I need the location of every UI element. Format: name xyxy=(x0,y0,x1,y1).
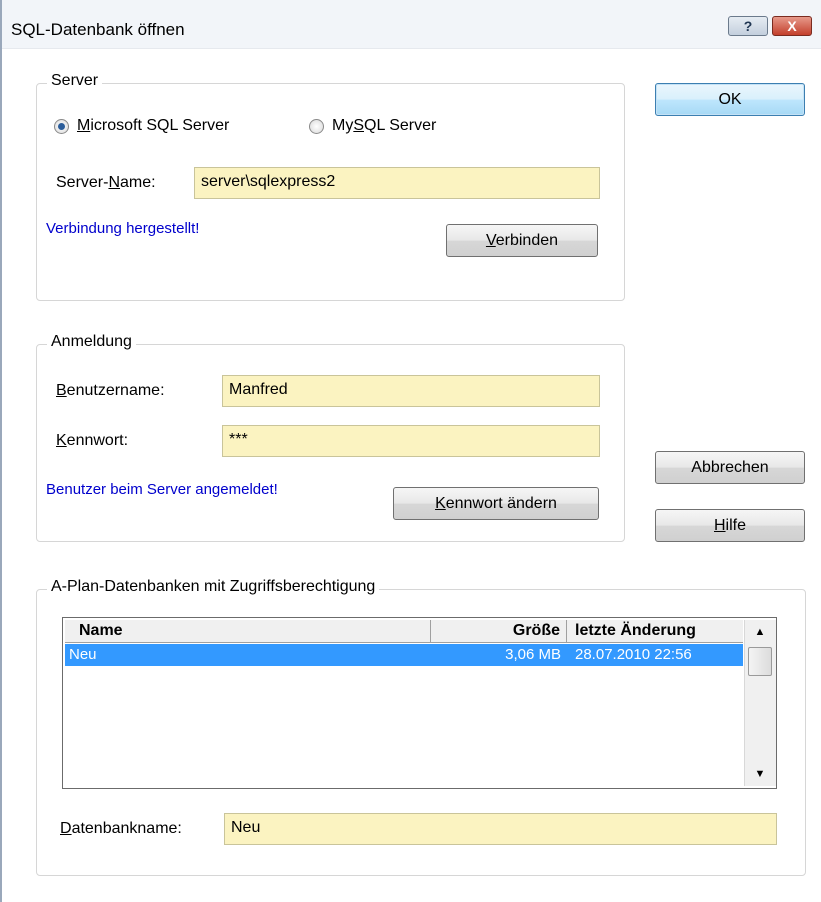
scroll-up-icon[interactable]: ▲ xyxy=(749,621,771,643)
database-name-label: Datenbankname: xyxy=(60,820,182,837)
login-status: Benutzer beim Server angemeldet! xyxy=(46,481,278,498)
password-input[interactable]: *** xyxy=(222,425,600,457)
radio-mssql-label[interactable]: Microsoft SQL Server xyxy=(77,117,229,135)
list-item-modified: 28.07.2010 22:56 xyxy=(575,646,692,663)
radio-mssql[interactable] xyxy=(54,119,69,134)
username-input[interactable]: Manfred xyxy=(222,375,600,407)
window-border xyxy=(0,0,2,902)
radio-mysql-label[interactable]: MySQL Server xyxy=(332,117,436,135)
database-list[interactable]: Name Größe letzte Änderung Neu 3,06 MB 2… xyxy=(62,617,777,789)
title-bar[interactable]: SQL-Datenbank öffnen ? X xyxy=(0,0,821,49)
column-header-size[interactable]: Größe xyxy=(431,620,567,642)
list-scrollbar[interactable]: ▲ ▼ xyxy=(744,620,776,786)
dialog-window: SQL-Datenbank öffnen ? X Server Microsof… xyxy=(0,0,821,902)
ok-button[interactable]: OK xyxy=(655,83,805,116)
database-name-input[interactable]: Neu xyxy=(224,813,777,845)
scrollbar-thumb[interactable] xyxy=(748,647,772,676)
password-label: Kennwort: xyxy=(56,432,129,449)
window-title: SQL-Datenbank öffnen xyxy=(11,20,185,39)
scroll-down-icon[interactable]: ▼ xyxy=(749,763,771,785)
connection-status: Verbindung hergestellt! xyxy=(46,220,200,237)
username-label: Benutzername: xyxy=(56,382,165,399)
server-group-legend: Server xyxy=(47,72,103,90)
help-button[interactable]: Hilfe xyxy=(655,509,805,542)
server-name-label: Server-Name: xyxy=(56,174,156,191)
list-header: Name Größe letzte Änderung xyxy=(65,620,743,643)
column-header-modified[interactable]: letzte Änderung xyxy=(567,620,743,642)
connect-button[interactable]: Verbinden xyxy=(446,224,598,257)
database-group-legend: A-Plan-Datenbanken mit Zugriffsberechtig… xyxy=(47,578,380,596)
change-password-button[interactable]: Kennwort ändern xyxy=(393,487,599,520)
server-name-input[interactable]: server\sqlexpress2 xyxy=(194,167,600,199)
list-item-name: Neu xyxy=(69,646,97,663)
cancel-button[interactable]: Abbrechen xyxy=(655,451,805,484)
help-icon[interactable]: ? xyxy=(728,16,768,36)
login-group-legend: Anmeldung xyxy=(47,333,136,351)
column-header-name[interactable]: Name xyxy=(65,620,431,642)
list-item[interactable]: Neu 3,06 MB 28.07.2010 22:56 xyxy=(65,644,743,666)
radio-mysql[interactable] xyxy=(309,119,324,134)
list-item-size: 3,06 MB xyxy=(505,646,561,663)
close-icon[interactable]: X xyxy=(772,16,812,36)
